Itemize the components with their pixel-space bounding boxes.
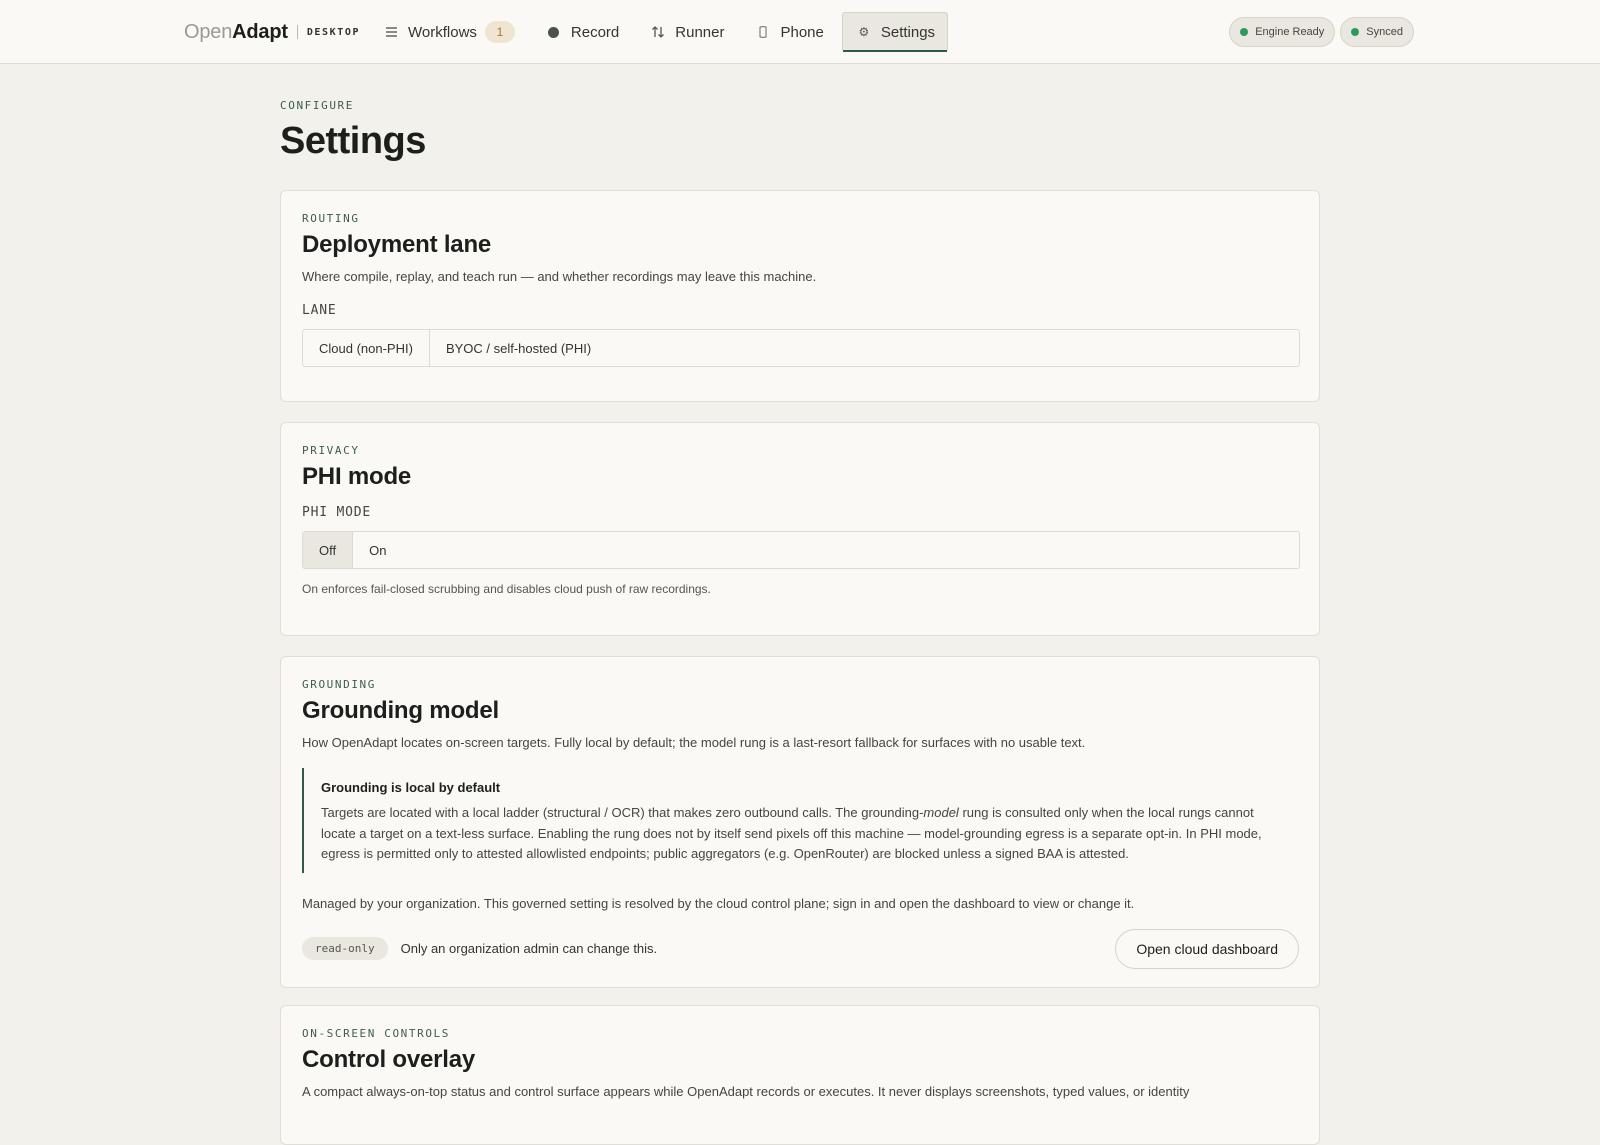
record-icon (545, 26, 563, 38)
grounding-callout: Grounding is local by default Targets ar… (302, 768, 1299, 873)
sync-status-badge: Synced (1340, 17, 1414, 47)
callout-title: Grounding is local by default (321, 780, 501, 795)
section-description: How OpenAdapt locates on-screen targets.… (302, 735, 1086, 750)
deployment-lane-card: ROUTING Deployment lane Where compile, r… (280, 190, 1320, 402)
page-title: Settings (280, 120, 426, 162)
sync-status-text: Synced (1366, 26, 1403, 38)
engine-status-badge: Engine Ready (1229, 17, 1336, 47)
managed-notice: Managed by your organization. This gover… (302, 895, 1135, 911)
list-icon (382, 27, 400, 37)
page-eyebrow: CONFIGURE (280, 99, 355, 112)
gear-icon: ⚙ (858, 25, 870, 39)
nav-settings[interactable]: ⚙ Settings (841, 12, 949, 52)
brand-open-text: Open (184, 20, 233, 43)
nav-record[interactable]: Record (533, 12, 631, 52)
lane-selector: Cloud (non-PHI) BYOC / self-hosted (PHI) (302, 329, 1300, 367)
callout-body: Targets are located with a local ladder … (321, 803, 1283, 865)
workflows-count-badge: 1 (484, 21, 515, 43)
section-eyebrow: PRIVACY (302, 444, 360, 457)
section-title: PHI mode (302, 463, 412, 490)
status-dot-icon (1351, 28, 1360, 36)
readonly-row: read-only Only an organization admin can… (302, 928, 1299, 969)
readonly-badge: read-only (302, 937, 388, 960)
main-nav: Workflows 1 Record Runner Phone ⚙ Settin… (370, 12, 954, 52)
lane-option-byoc[interactable]: BYOC / self-hosted (PHI) (428, 330, 607, 366)
phi-mode-label: PHI MODE (302, 505, 372, 520)
brand-adapt-text: Adapt (232, 20, 288, 43)
readonly-text: Only an organization admin can change th… (400, 941, 658, 956)
nav-runner[interactable]: Runner (637, 12, 736, 52)
nav-settings-label: Settings (880, 23, 936, 41)
phi-option-on[interactable]: On (352, 532, 402, 568)
brand-divider (296, 25, 298, 39)
swap-arrows-icon (649, 25, 667, 39)
phi-option-off[interactable]: Off (303, 532, 353, 568)
top-navigation-bar: Open Adapt DESKTOP Workflows 1 Record Ru… (0, 0, 1600, 64)
nav-workflows[interactable]: Workflows 1 (370, 12, 527, 52)
nav-phone-label: Phone (780, 23, 824, 41)
lane-option-cloud[interactable]: Cloud (non-PHI) (303, 330, 429, 366)
nav-phone[interactable]: Phone (742, 12, 835, 52)
brand-logo[interactable]: Open Adapt DESKTOP (184, 20, 360, 44)
status-indicators: Engine Ready Synced (1224, 17, 1414, 47)
callout-text-a: Targets are located with a local ladder … (321, 805, 924, 820)
open-cloud-dashboard-button[interactable]: Open cloud dashboard (1115, 928, 1299, 969)
phi-mode-help: On enforces fail-closed scrubbing and di… (302, 582, 711, 596)
nav-record-label: Record (570, 23, 620, 41)
section-description: A compact always-on-top status and contr… (302, 1084, 1190, 1099)
section-eyebrow: GROUNDING (302, 678, 377, 691)
control-overlay-card: ON-SCREEN CONTROLS Control overlay A com… (280, 1005, 1320, 1145)
nav-workflows-label: Workflows (408, 23, 477, 41)
phi-mode-selector: Off On (302, 531, 1300, 569)
section-eyebrow: ON-SCREEN CONTROLS (302, 1027, 451, 1040)
engine-status-text: Engine Ready (1255, 26, 1325, 38)
phone-icon (754, 26, 772, 38)
section-eyebrow: ROUTING (302, 212, 360, 225)
section-title: Deployment lane (302, 231, 492, 258)
callout-emphasis: model (923, 805, 959, 820)
status-dot-icon (1240, 28, 1249, 36)
lane-label: LANE (302, 303, 337, 318)
brand-tag: DESKTOP (306, 26, 361, 38)
phi-mode-card: PRIVACY PHI mode PHI MODE Off On On enfo… (280, 422, 1320, 636)
section-description: Where compile, replay, and teach run — a… (302, 269, 817, 284)
nav-runner-label: Runner (675, 23, 725, 41)
section-title: Control overlay (302, 1046, 476, 1073)
grounding-model-card: GROUNDING Grounding model How OpenAdapt … (280, 656, 1320, 988)
section-title: Grounding model (302, 697, 499, 724)
